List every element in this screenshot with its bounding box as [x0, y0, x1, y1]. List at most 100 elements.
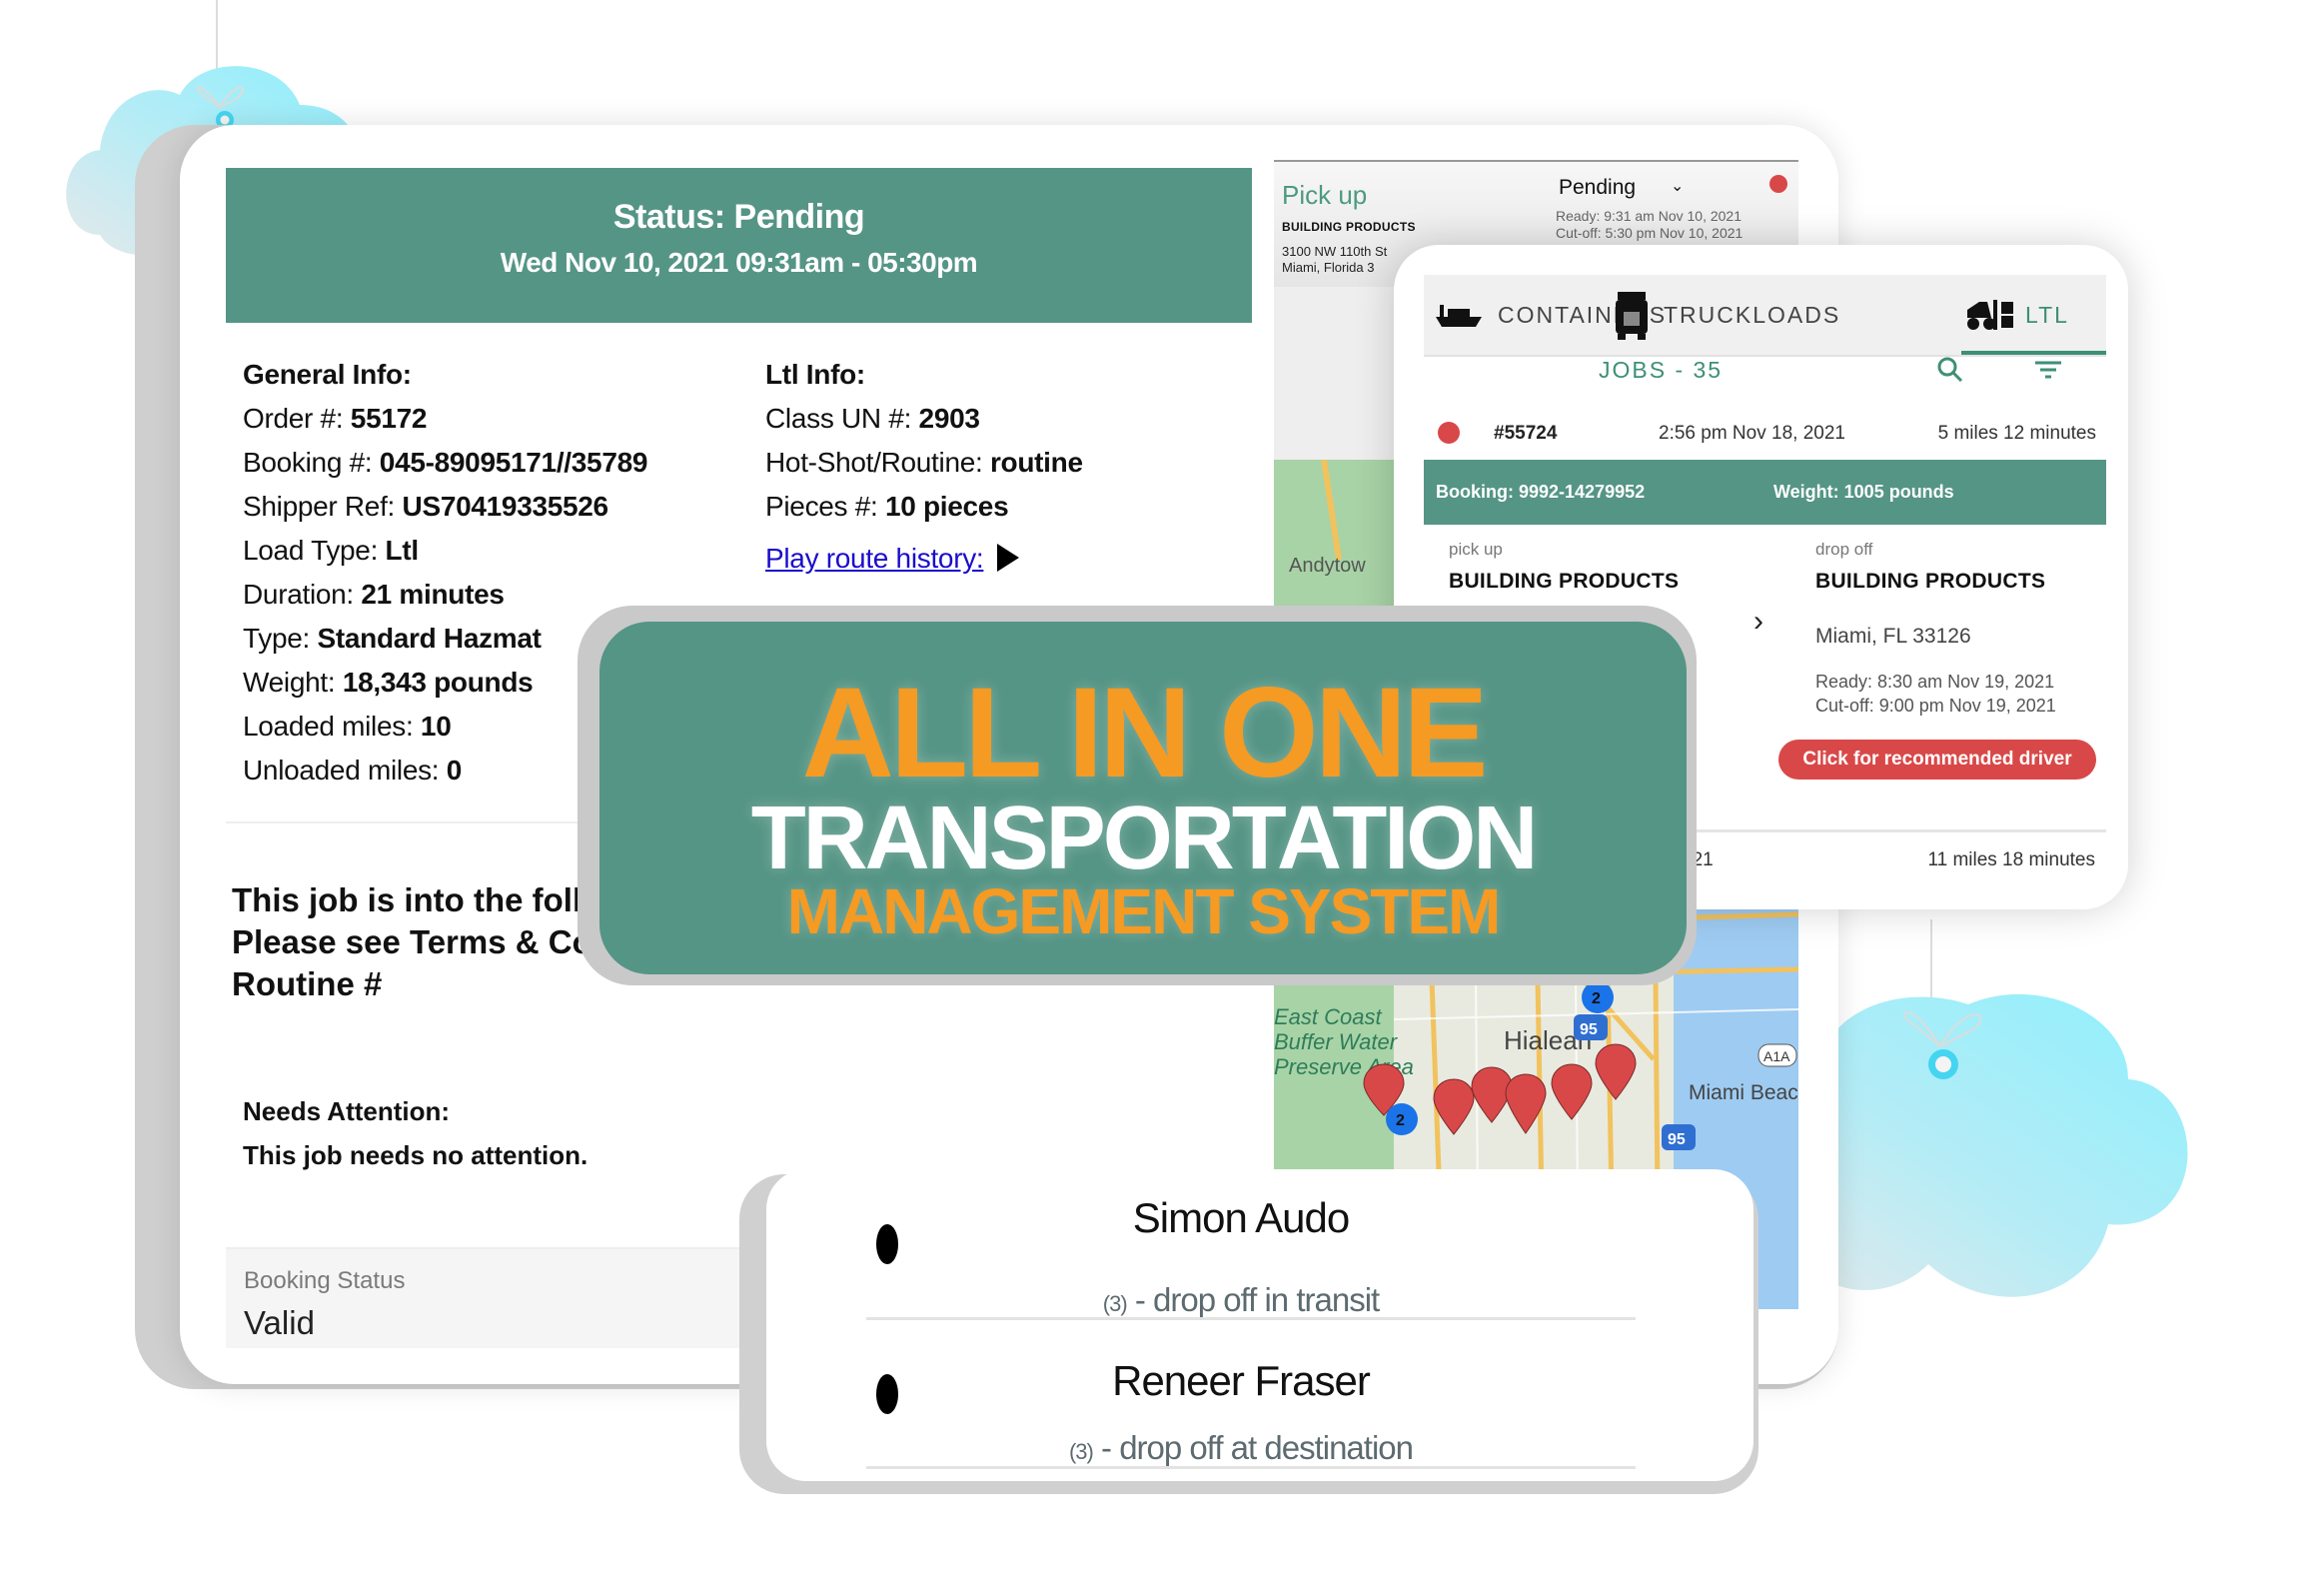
field-value: 10 pieces — [884, 491, 1009, 522]
field-value: 55172 — [350, 403, 428, 434]
field-value: 21 minutes — [361, 579, 505, 610]
ltl-info: Ltl Info: Class UN #: 2903 Hot-Shot/Rout… — [765, 353, 1083, 581]
address-line: Miami, Florida 3 — [1282, 260, 1375, 275]
filter-icon[interactable] — [2033, 359, 2063, 383]
tab-label: LTL — [2025, 301, 2069, 328]
driver-status-text: - drop off at destination — [1092, 1429, 1414, 1466]
job-time: 2:56 pm Nov 18, 2021 — [1659, 423, 1845, 444]
status-title: Status: Pending — [612, 198, 865, 236]
field-value: 18,343 pounds — [342, 667, 534, 698]
dropoff-name: BUILDING PRODUCTS — [1815, 570, 2046, 593]
job-status-dot — [1438, 422, 1460, 444]
info-row-load-type: Load Type: Ltl — [243, 529, 647, 573]
promo-banner: ALL IN ONE TRANSPORTATION MANAGEMENT SYS… — [599, 622, 1687, 974]
cutoff-time: Cut-off: 5:30 pm Nov 10, 2021 — [1556, 225, 1743, 241]
field-label: Loaded miles: — [243, 711, 421, 742]
list-divider — [866, 1317, 1636, 1320]
field-value: Standard Hazmat — [317, 623, 542, 654]
map-label: Miami Beach — [1689, 1081, 1798, 1104]
pickup-title: Pick up — [1282, 180, 1368, 210]
field-label: Duration: — [243, 579, 362, 610]
attention-text: This job needs no attention. — [243, 1140, 588, 1170]
pickup-label: pick up — [1449, 540, 1503, 559]
cluster-count: 2 — [1592, 990, 1601, 1007]
info-row-booking: Booking #: 045-89095171//35789 — [243, 441, 647, 485]
chevron-down-icon[interactable]: ⌄ — [1671, 176, 1684, 196]
job-distance: 5 miles 12 minutes — [1937, 423, 2096, 444]
driver-name[interactable]: Reneer Fraser — [861, 1357, 1621, 1405]
dropoff-ready: Ready: 8:30 am Nov 19, 2021 — [1815, 672, 2055, 692]
driver-status: (3) - drop off in transit — [861, 1281, 1621, 1319]
info-row-order: Order #: 55172 — [243, 397, 647, 441]
map-label: Andytow — [1289, 555, 1366, 577]
ready-time: Ready: 9:31 am Nov 10, 2021 — [1556, 208, 1743, 224]
cluster-count: 2 — [1396, 1112, 1405, 1129]
play-icon[interactable] — [997, 544, 1020, 572]
address-line: 3100 NW 110th St — [1282, 244, 1388, 259]
driver-count: (3) — [1068, 1439, 1094, 1464]
ship-icon — [1436, 305, 1482, 327]
shield-label: 95 — [1668, 1131, 1686, 1148]
drivers-list-card: Simon Audo (3) - drop off in transit Ren… — [766, 1169, 1753, 1481]
route-history-row: Play route history: — [765, 537, 1083, 581]
field-value: 0 — [446, 755, 463, 786]
shield-label: A1A — [1763, 1048, 1790, 1064]
driver-status: (3) - drop off at destination — [861, 1429, 1621, 1467]
pickup-dates: Ready: 9:31 am Nov 10, 2021 Cut-off: 5:3… — [1556, 208, 1743, 242]
attention-heading: Needs Attention: — [243, 1096, 451, 1126]
list-divider — [866, 1466, 1636, 1469]
job-distance[interactable]: 11 miles 18 minutes — [1927, 849, 2095, 871]
field-label: Load Type: — [243, 535, 386, 566]
banner-line-3: MANAGEMENT SYSTEM — [786, 875, 1502, 947]
field-value: 045-89095171//35789 — [379, 447, 648, 478]
field-value: US70419335526 — [402, 491, 609, 522]
driver-count: (3) — [1102, 1291, 1128, 1316]
job-booking: Booking: 9992-14279952 — [1436, 482, 1646, 502]
driver-name[interactable]: Simon Audo — [861, 1194, 1621, 1242]
search-icon[interactable] — [1935, 355, 1965, 385]
field-label: Type: — [243, 623, 318, 654]
tab-ltl[interactable]: LTL — [1963, 275, 2069, 355]
active-tab-indicator — [1961, 351, 2106, 355]
map-label: East Coast — [1274, 1004, 1382, 1029]
field-value: Ltl — [385, 535, 420, 566]
chevron-right-icon: › — [1753, 605, 1763, 638]
field-value: 2903 — [918, 403, 980, 434]
info-row-pieces: Pieces #: 10 pieces — [765, 485, 1083, 529]
info-row-duration: Duration: 21 minutes — [243, 573, 647, 617]
map-label: Buffer Water — [1274, 1029, 1399, 1054]
job-id: #55724 — [1494, 423, 1558, 444]
forklift-icon — [1967, 300, 2013, 330]
general-info-heading: General Info: — [243, 359, 412, 390]
tab-truckloads[interactable]: TRUCKLOADS — [1614, 275, 1840, 355]
dropoff-cutoff: Cut-off: 9:00 pm Nov 19, 2021 — [1815, 696, 2056, 716]
job-row[interactable]: #55724 2:56 pm Nov 18, 2021 5 miles 12 m… — [1424, 410, 2106, 460]
field-label: Hot-Shot/Routine: — [765, 447, 990, 478]
truck-icon — [1616, 292, 1648, 340]
field-label: Unloaded miles: — [243, 755, 447, 786]
field-label: Shipper Ref: — [243, 491, 403, 522]
dropoff-dates: Ready: 8:30 am Nov 19, 2021 Cut-off: 9:0… — [1815, 670, 2056, 718]
info-row-hot-shot: Hot-Shot/Routine: routine — [765, 441, 1083, 485]
job-booking-bar: Booking: 9992-14279952 Weight: 1005 poun… — [1424, 460, 2106, 525]
field-label: Booking #: — [243, 447, 380, 478]
pickup-status-select[interactable]: Pending — [1559, 176, 1636, 200]
ltl-info-heading: Ltl Info: — [765, 359, 865, 390]
field-value: routine — [989, 447, 1083, 478]
pickup-address: 3100 NW 110th St Miami, Florida 3 — [1282, 244, 1387, 276]
tab-label: TRUCKLOADS — [1664, 301, 1841, 328]
info-row-shipper-ref: Shipper Ref: US70419335526 — [243, 485, 647, 529]
field-label: Pieces #: — [765, 491, 885, 522]
play-route-history-link[interactable]: Play route history: — [765, 543, 984, 574]
needs-attention: Needs Attention: This job needs no atten… — [243, 1089, 587, 1177]
info-row-class-un: Class UN #: 2903 — [765, 397, 1083, 441]
banner-line-2: TRANSPORTATION — [750, 789, 1539, 888]
field-label: Weight: — [243, 667, 343, 698]
field-value: 10 — [420, 711, 452, 742]
field-label: Class UN #: — [765, 403, 919, 434]
load-type-tabs: CONTAINERS TRUCKLOADS LTL — [1424, 275, 2106, 357]
status-dot — [1769, 175, 1787, 193]
driver-status-text: - drop off in transit — [1126, 1281, 1380, 1318]
pickup-company: BUILDING PRODUCTS — [1282, 220, 1416, 234]
recommended-driver-button[interactable]: Click for recommended driver — [1778, 740, 2096, 780]
